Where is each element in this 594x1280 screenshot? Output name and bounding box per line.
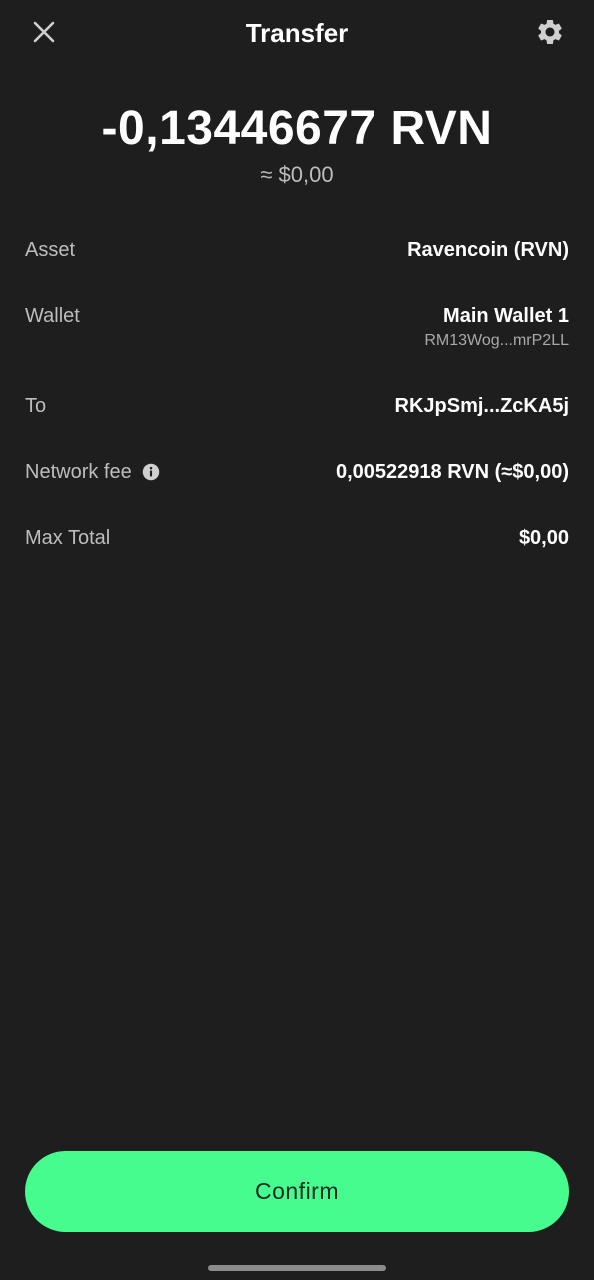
wallet-address: RM13Wog...mrP2LL <box>424 332 569 349</box>
transfer-amount: -0,13446677 RVN <box>101 102 493 155</box>
wallet-label: Wallet <box>25 305 80 327</box>
asset-value: Ravencoin (RVN) <box>407 239 569 261</box>
home-indicator[interactable] <box>208 1265 386 1271</box>
info-icon[interactable] <box>142 463 160 481</box>
network-fee-value: 0,00522918 RVN (≈$0,00) <box>336 461 569 483</box>
network-fee-label-group: Network fee <box>25 458 160 486</box>
asset-label: Asset <box>25 239 76 261</box>
max-total-value: $0,00 <box>518 527 569 549</box>
transfer-screen: Transfer -0,13446677 RVN ≈ $0,00 Asset R… <box>0 0 594 1280</box>
header: Transfer <box>0 0 594 66</box>
wallet-row: Wallet Main Wallet 1 RM13Wog...mrP2LL <box>25 302 569 352</box>
wallet-name: Main Wallet 1 <box>443 305 569 327</box>
page-title: Transfer <box>245 18 349 48</box>
to-label: To <box>25 395 47 417</box>
settings-button[interactable] <box>532 14 568 50</box>
network-fee-label: Network fee <box>25 461 132 483</box>
transfer-amount-fiat: ≈ $0,00 <box>260 162 334 187</box>
to-address: RKJpSmj...ZcKA5j <box>394 395 569 417</box>
gear-icon <box>538 19 562 44</box>
wallet-value-group: Main Wallet 1 RM13Wog...mrP2LL <box>424 302 569 352</box>
to-row: To RKJpSmj...ZcKA5j <box>25 392 569 420</box>
max-total-label: Max Total <box>25 527 111 549</box>
asset-row: Asset Ravencoin (RVN) <box>25 236 569 264</box>
max-total-row: Max Total $0,00 <box>25 524 569 552</box>
network-fee-row: Network fee 0,00522918 RVN (≈$0,00) <box>25 458 569 486</box>
confirm-button[interactable]: Confirm <box>25 1151 569 1232</box>
